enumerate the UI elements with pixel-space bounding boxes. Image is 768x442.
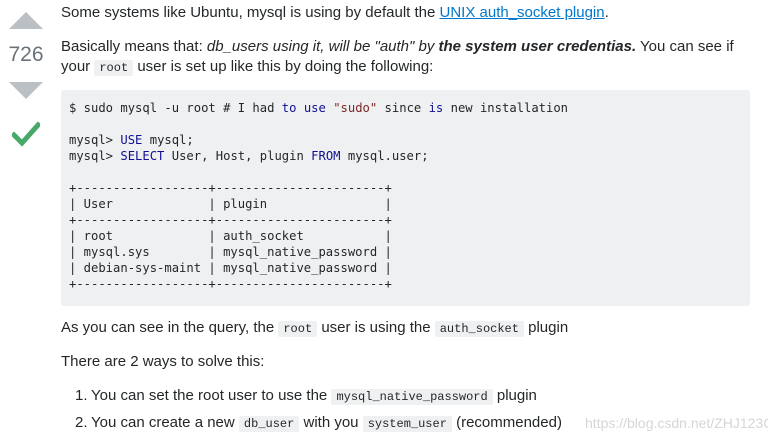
paragraph-text: As you can see in the query, the bbox=[61, 319, 279, 336]
watermark: https://blog.csdn.net/ZHJ123CSDN bbox=[585, 415, 768, 431]
paragraph-text: Basically means that: bbox=[61, 38, 207, 55]
paragraph-text: Some systems like Ubuntu, mysql is using… bbox=[61, 4, 440, 21]
paragraph-text: user is using the bbox=[317, 319, 435, 336]
inline-code-mysql-native-password: mysql_native_password bbox=[331, 389, 493, 405]
code-line-3: mysql> USE mysql; bbox=[69, 133, 194, 147]
code-block: $ sudo mysql -u root # I had to use "sud… bbox=[61, 90, 750, 306]
code-line-4: mysql> SELECT User, Host, plugin FROM my… bbox=[69, 149, 429, 163]
answer-paragraph-4: There are 2 ways to solve this: bbox=[61, 353, 265, 370]
solution-list: 1. You can set the root user to use the m… bbox=[61, 386, 751, 440]
answer-paragraph-2: Basically means that: db_users using it,… bbox=[61, 37, 751, 78]
inline-code-auth-socket: auth_socket bbox=[434, 321, 524, 337]
list-text: plugin bbox=[492, 387, 537, 404]
accepted-checkmark-icon[interactable] bbox=[12, 120, 40, 148]
list-number: 2. bbox=[75, 414, 88, 431]
list-number: 1. bbox=[75, 387, 88, 404]
code-line-1: $ sudo mysql -u root # I had to use "sud… bbox=[69, 101, 569, 115]
answer-paragraph-1: Some systems like Ubuntu, mysql is using… bbox=[61, 3, 751, 23]
downvote-arrow-icon[interactable] bbox=[9, 82, 43, 99]
paragraph-text: . bbox=[604, 4, 609, 21]
inline-code-root: root bbox=[94, 60, 134, 76]
inline-code-root: root bbox=[278, 321, 318, 337]
vote-count: 726 bbox=[8, 43, 44, 66]
paragraph-text: user is set up like this by doing the fo… bbox=[133, 58, 434, 75]
answer-paragraph-3: As you can see in the query, the root us… bbox=[61, 318, 751, 339]
list-item: 1. You can set the root user to use the m… bbox=[61, 386, 751, 413]
inline-code-db-user: db_user bbox=[238, 416, 300, 432]
bold-italic-text: the system user credentias. bbox=[438, 38, 637, 55]
list-text: You can create a new bbox=[91, 414, 239, 431]
italic-text: db_users using it, will be "auth" by bbox=[206, 38, 439, 55]
list-text: You can set the root user to use the bbox=[91, 387, 332, 404]
unix-auth-socket-link[interactable]: UNIX auth_socket plugin bbox=[440, 4, 605, 21]
list-text: (recommended) bbox=[451, 414, 562, 431]
query-result-table: +------------------+--------------------… bbox=[69, 181, 392, 291]
vote-column: 726 bbox=[0, 0, 52, 442]
inline-code-system-user: system_user bbox=[362, 416, 452, 432]
upvote-arrow-icon[interactable] bbox=[9, 12, 43, 29]
list-text: with you bbox=[299, 414, 363, 431]
paragraph-text: plugin bbox=[523, 319, 569, 336]
